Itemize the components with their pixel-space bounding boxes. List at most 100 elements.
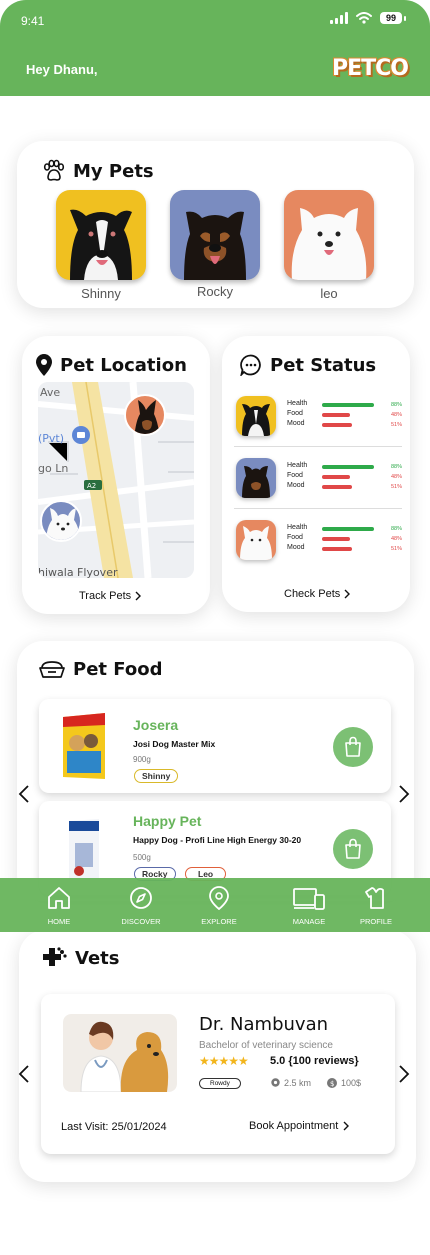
- food-next-arrow-icon[interactable]: [398, 784, 410, 804]
- dog-photo-icon: [184, 211, 246, 280]
- map-label-a2: A2: [87, 482, 96, 490]
- pet-avatar-leo[interactable]: [284, 190, 374, 280]
- last-visit: Last Visit: 25/01/2024: [61, 1121, 167, 1133]
- pet-avatar-shinny[interactable]: [56, 190, 146, 280]
- shopping-bag-icon: [345, 838, 361, 859]
- add-to-cart-button[interactable]: [333, 829, 373, 869]
- stat-bar-health: [322, 465, 374, 469]
- stat-label-health: Health: [287, 524, 308, 531]
- dog-photo-icon: [70, 209, 132, 280]
- pet-tag-shinny[interactable]: Shinny: [134, 769, 179, 783]
- vet-card[interactable]: Dr. Nambuvan Bachelor of veterinary scie…: [41, 994, 395, 1154]
- map-marker-leo[interactable]: [40, 500, 82, 542]
- pet-status-avatar: [236, 396, 276, 436]
- food-weight: 500g: [133, 853, 151, 862]
- dollar-icon: $: [327, 1078, 337, 1088]
- vets-prev-arrow-icon[interactable]: [18, 1064, 30, 1084]
- food-weight: 900g: [133, 755, 151, 764]
- home-icon: [48, 887, 70, 909]
- status-divider: [234, 508, 402, 509]
- stat-bar-food: [322, 537, 350, 541]
- map-label-flyover: hiwala Flyover: [38, 566, 118, 578]
- stat-label-mood: Mood: [287, 420, 305, 427]
- greeting: Hey Dhanu,: [26, 62, 98, 77]
- pet-status-row[interactable]: Health 88% Food 48% Mood 51%: [234, 390, 402, 446]
- stat-bar-mood: [322, 485, 352, 489]
- location-pin-icon: [36, 354, 52, 376]
- nav-profile[interactable]: PROFILE: [341, 886, 411, 926]
- rating-stars: ★★★★★: [199, 1054, 249, 1068]
- stat-value-health: 88%: [390, 526, 402, 532]
- status-time: 9:41: [21, 14, 45, 28]
- battery-icon: 99: [379, 12, 407, 24]
- food-brand: Josera: [133, 717, 179, 733]
- pet-name-rocky: Rocky: [196, 284, 234, 299]
- chevron-right-icon: [343, 1121, 350, 1131]
- bottom-nav: HOME DISCOVER EXPLORE MANAGE PROFILE: [0, 878, 430, 932]
- chevron-right-icon: [344, 589, 351, 599]
- map-label-pvt: (Pvt): [38, 432, 64, 445]
- dog-photo-icon: [242, 466, 270, 498]
- pet-location-card: Pet Location A2 Ave (Pvt) go Ln hiwala F…: [22, 336, 210, 614]
- food-package-image: [69, 819, 99, 887]
- vets-card: Vets Dr. Nambuvan Bachelor of veterinary…: [19, 930, 416, 1182]
- pet-food-title: Pet Food: [39, 659, 162, 680]
- nav-manage[interactable]: MANAGE: [274, 886, 344, 926]
- dog-photo-icon: [291, 208, 367, 280]
- add-to-cart-button[interactable]: [333, 727, 373, 767]
- stat-label-food: Food: [287, 410, 303, 417]
- vet-name: Dr. Nambuvan: [199, 1014, 329, 1035]
- map-label-ave: Ave: [40, 386, 60, 399]
- vet-rating: 5.0 {100 reviews}: [270, 1055, 359, 1067]
- chat-bubble-icon: [240, 354, 261, 376]
- stat-label-food: Food: [287, 472, 303, 479]
- stat-bar-food: [322, 413, 350, 417]
- map-roads: A2 Ave (Pvt) go Ln hiwala Flyover: [38, 382, 194, 578]
- brand-logo[interactable]: PETCO: [332, 56, 409, 81]
- pet-location-title: Pet Location: [36, 354, 187, 376]
- dog-photo-icon: [240, 526, 272, 560]
- stat-bar-health: [322, 527, 374, 531]
- food-item[interactable]: Josera Josi Dog Master Mix 900g Shinny: [39, 699, 391, 793]
- stat-value-food: 48%: [390, 474, 402, 480]
- wifi-icon: [355, 12, 372, 24]
- nav-discover[interactable]: DISCOVER: [106, 886, 176, 926]
- pet-status-row[interactable]: Health 88% Food 48% Mood 51%: [234, 514, 402, 570]
- app-header: 9:41 99 Hey Dhanu, PETCO: [0, 0, 430, 96]
- nav-explore[interactable]: EXPLORE: [184, 886, 254, 926]
- book-appointment-link[interactable]: Book Appointment: [249, 1120, 350, 1132]
- check-pets-link[interactable]: Check Pets: [284, 588, 351, 600]
- food-product: Josi Dog Master Mix: [133, 739, 216, 749]
- pet-food-card: Pet Food Josera Josi Dog Master Mix 900g…: [17, 641, 414, 901]
- pet-status-avatar: [236, 520, 276, 560]
- status-icons: 99: [329, 12, 407, 24]
- pet-name-leo: leo: [320, 286, 338, 301]
- stat-value-health: 88%: [390, 464, 402, 470]
- vets-next-arrow-icon[interactable]: [398, 1064, 410, 1084]
- stat-value-food: 48%: [390, 536, 402, 542]
- stat-bar-mood: [322, 423, 352, 427]
- track-pets-link[interactable]: Track Pets: [79, 590, 142, 602]
- food-bowl-icon: [39, 660, 65, 678]
- my-pets-card: My Pets Shinny Rocky leo: [17, 141, 414, 308]
- paw-icon: [43, 159, 65, 181]
- pet-status-avatar: [236, 458, 276, 498]
- stat-label-health: Health: [287, 462, 308, 469]
- stat-label-food: Food: [287, 534, 303, 541]
- pet-name-shinny: Shinny: [81, 286, 121, 301]
- map-marker-rocky[interactable]: [124, 394, 166, 436]
- pet-status-card: Pet Status Health 88% Food 48% Mood 51% Health…: [222, 336, 410, 612]
- location-pin-icon: [209, 886, 229, 911]
- pet-avatar-rocky[interactable]: [170, 190, 260, 280]
- food-prev-arrow-icon[interactable]: [18, 784, 30, 804]
- nav-home[interactable]: HOME: [24, 886, 94, 926]
- vet-pet-tag[interactable]: Rowdy: [199, 1078, 241, 1089]
- vet-cross-icon: [43, 947, 67, 966]
- pet-status-row[interactable]: Health 88% Food 48% Mood 51%: [234, 452, 402, 508]
- pet-location-map[interactable]: A2 Ave (Pvt) go Ln hiwala Flyover: [38, 382, 194, 578]
- shopping-bag-icon: [345, 736, 361, 757]
- map-label-go-ln: go Ln: [38, 462, 68, 475]
- stat-value-mood: 51%: [390, 422, 402, 428]
- stat-value-mood: 51%: [390, 546, 402, 552]
- food-product: Happy Dog - Profi Line High Energy 30-20: [133, 835, 302, 845]
